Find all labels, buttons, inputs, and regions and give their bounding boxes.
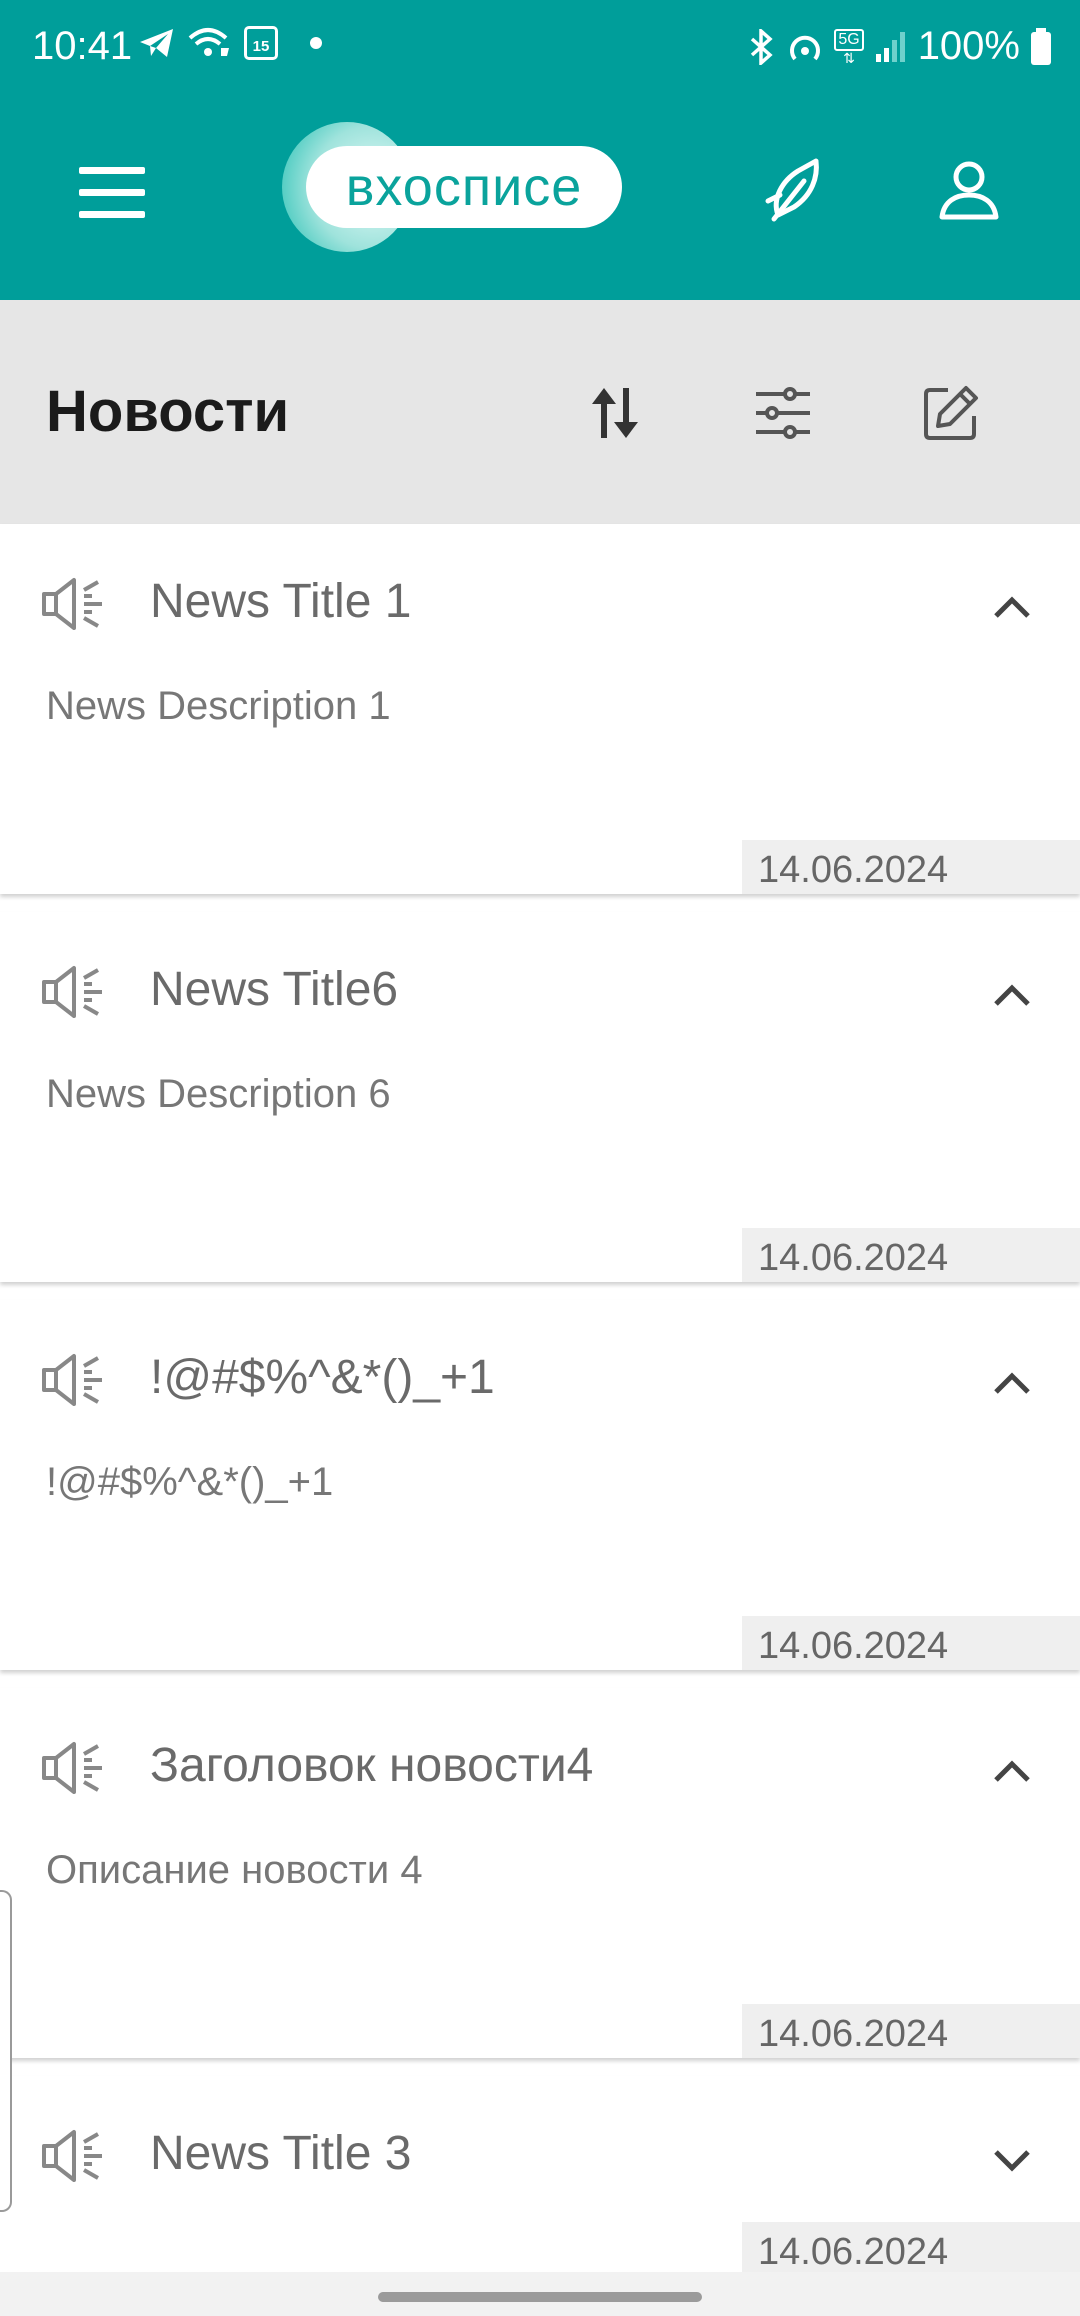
news-title: News Title 1 [150, 575, 412, 628]
speaker-icon [42, 966, 102, 1018]
news-card[interactable]: News Title 1 News Description 1 14.06.20… [0, 524, 1080, 894]
news-title: Заголовок новости4 [150, 1739, 594, 1792]
network-label: 5G [834, 28, 864, 51]
news-description: News Description 1 [46, 684, 391, 728]
app-logo[interactable]: вхосписе [282, 122, 622, 252]
hotspot-icon [790, 35, 821, 60]
wifi-call-icon [188, 28, 229, 56]
feather-icon [765, 158, 819, 222]
news-description: !@#$%^&*()_+1 [46, 1460, 334, 1504]
news-title: !@#$%^&*()_+1 [150, 1351, 495, 1404]
news-description: News Description 6 [46, 1072, 391, 1116]
feather-button[interactable] [740, 135, 850, 245]
news-description: Описание новости 4 [46, 1848, 423, 1892]
news-date: 14.06.2024 [742, 1616, 1080, 1670]
news-date: 14.06.2024 [742, 1228, 1080, 1282]
logo-text: вхосписе [345, 157, 583, 217]
speaker-icon [42, 2130, 102, 2182]
network-5g-icon: 5G ⇅ [834, 28, 864, 65]
filter-button[interactable] [738, 368, 828, 458]
notification-dot [310, 37, 322, 49]
sliders-icon [756, 387, 810, 439]
system-nav-bar [0, 2272, 1080, 2316]
person-icon [939, 161, 999, 220]
status-left-icons: 15 [138, 26, 322, 60]
section-header: Новости [0, 300, 1080, 524]
news-date: 14.06.2024 [742, 2222, 1080, 2276]
chevron-up-icon[interactable] [988, 972, 1036, 1020]
chevron-up-icon[interactable] [988, 584, 1036, 632]
chevron-down-icon[interactable] [988, 2136, 1036, 2184]
hamburger-menu-icon [79, 167, 145, 218]
status-bar: 10:41 15 5G ⇅ 100% [0, 0, 1080, 96]
calendar-icon: 15 [244, 26, 278, 60]
home-gesture-handle[interactable] [378, 2292, 702, 2302]
chevron-up-icon[interactable] [988, 1748, 1036, 1796]
speaker-icon [42, 578, 102, 630]
news-card[interactable]: Заголовок новости4 Описание новости 4 14… [0, 1688, 1080, 2058]
news-date: 14.06.2024 [742, 840, 1080, 894]
status-time: 10:41 [32, 24, 133, 68]
edit-icon [924, 386, 978, 440]
calendar-day: 15 [252, 38, 270, 55]
edge-panel-handle[interactable] [0, 1890, 12, 2212]
sort-button[interactable] [570, 368, 660, 458]
news-title: News Title 3 [150, 2127, 412, 2180]
battery-percent: 100% [917, 24, 1020, 68]
signal-icon [875, 31, 905, 62]
telegram-icon [140, 29, 173, 57]
news-card[interactable]: News Title6 News Description 6 14.06.202… [0, 912, 1080, 1282]
logo-pill: вхосписе [306, 146, 622, 228]
status-right-icons: 5G ⇅ 100% [748, 24, 1052, 69]
news-date: 14.06.2024 [742, 2004, 1080, 2058]
profile-button[interactable] [914, 135, 1024, 245]
battery-icon [1031, 27, 1051, 65]
news-title: News Title6 [150, 963, 399, 1016]
sort-arrows-icon [592, 388, 638, 438]
edit-button[interactable] [906, 368, 996, 458]
bluetooth-icon [751, 28, 773, 65]
speaker-icon [42, 1354, 102, 1406]
menu-button[interactable] [60, 140, 164, 244]
page-title: Новости [46, 379, 290, 444]
chevron-up-icon[interactable] [988, 1360, 1036, 1408]
news-card[interactable]: News Title 3 14.06.2024 [0, 2076, 1080, 2276]
news-card[interactable]: !@#$%^&*()_+1 !@#$%^&*()_+1 14.06.2024 [0, 1300, 1080, 1670]
app-bar: 10:41 15 5G ⇅ 100% вхосписе [0, 0, 1080, 300]
speaker-icon [42, 1742, 102, 1794]
